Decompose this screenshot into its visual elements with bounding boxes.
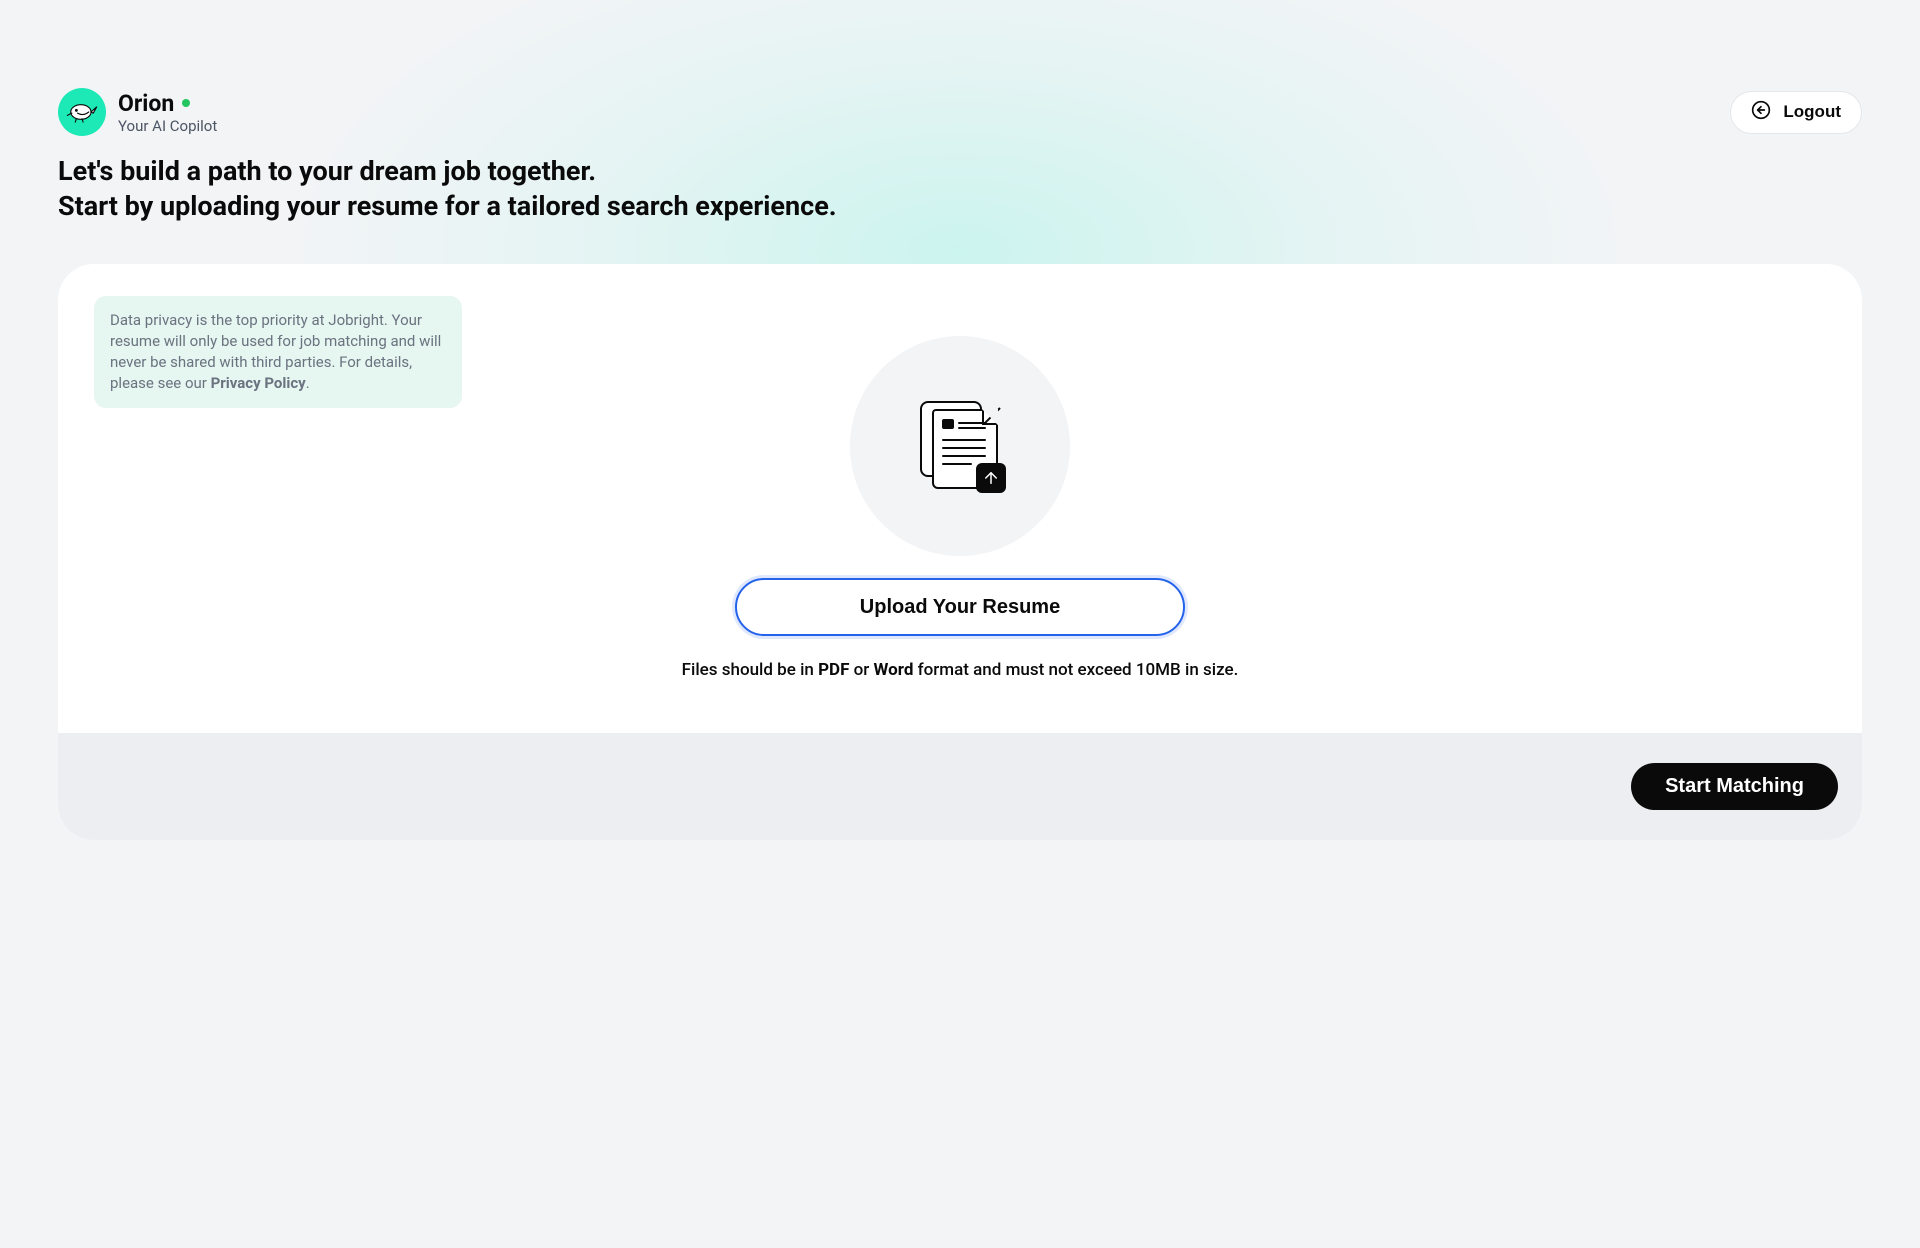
upload-arrow-icon — [976, 463, 1006, 493]
logout-label: Logout — [1783, 102, 1841, 122]
headline-line-1: Let's build a path to your dream job tog… — [58, 154, 1862, 189]
upload-section: Data privacy is the top priority at Jobr… — [58, 264, 1862, 733]
upload-hint: Files should be in PDF or Word format an… — [682, 660, 1239, 680]
privacy-text-after: . — [306, 374, 310, 392]
card-footer: Start Matching — [58, 733, 1862, 840]
status-dot-icon — [182, 99, 190, 107]
headline-line-2: Start by uploading your resume for a tai… — [58, 189, 1862, 224]
header: Orion Your AI Copilot Logout — [0, 0, 1920, 136]
upload-hint-after: format and must not exceed 10MB in size. — [913, 660, 1238, 680]
upload-hint-word: Word — [874, 660, 914, 680]
logout-button[interactable]: Logout — [1730, 91, 1862, 134]
orion-logo-icon — [58, 88, 106, 136]
start-matching-button[interactable]: Start Matching — [1631, 763, 1838, 810]
brand-name: Orion — [118, 90, 174, 117]
upload-resume-button[interactable]: Upload Your Resume — [735, 578, 1185, 636]
brand-text: Orion Your AI Copilot — [118, 90, 217, 135]
logout-arrow-icon — [1751, 100, 1771, 125]
page-headline: Let's build a path to your dream job tog… — [0, 136, 1920, 224]
main-card: Data privacy is the top priority at Jobr… — [58, 264, 1862, 840]
upload-hint-middle: or — [849, 660, 873, 680]
brand-subtitle: Your AI Copilot — [118, 117, 217, 135]
brand-block: Orion Your AI Copilot — [58, 88, 217, 136]
privacy-policy-link[interactable]: Privacy Policy — [211, 374, 306, 392]
privacy-notice: Data privacy is the top priority at Jobr… — [94, 296, 462, 408]
upload-hint-pdf: PDF — [818, 660, 849, 680]
upload-hint-before: Files should be in — [682, 660, 818, 680]
upload-graphic-icon — [850, 336, 1070, 556]
